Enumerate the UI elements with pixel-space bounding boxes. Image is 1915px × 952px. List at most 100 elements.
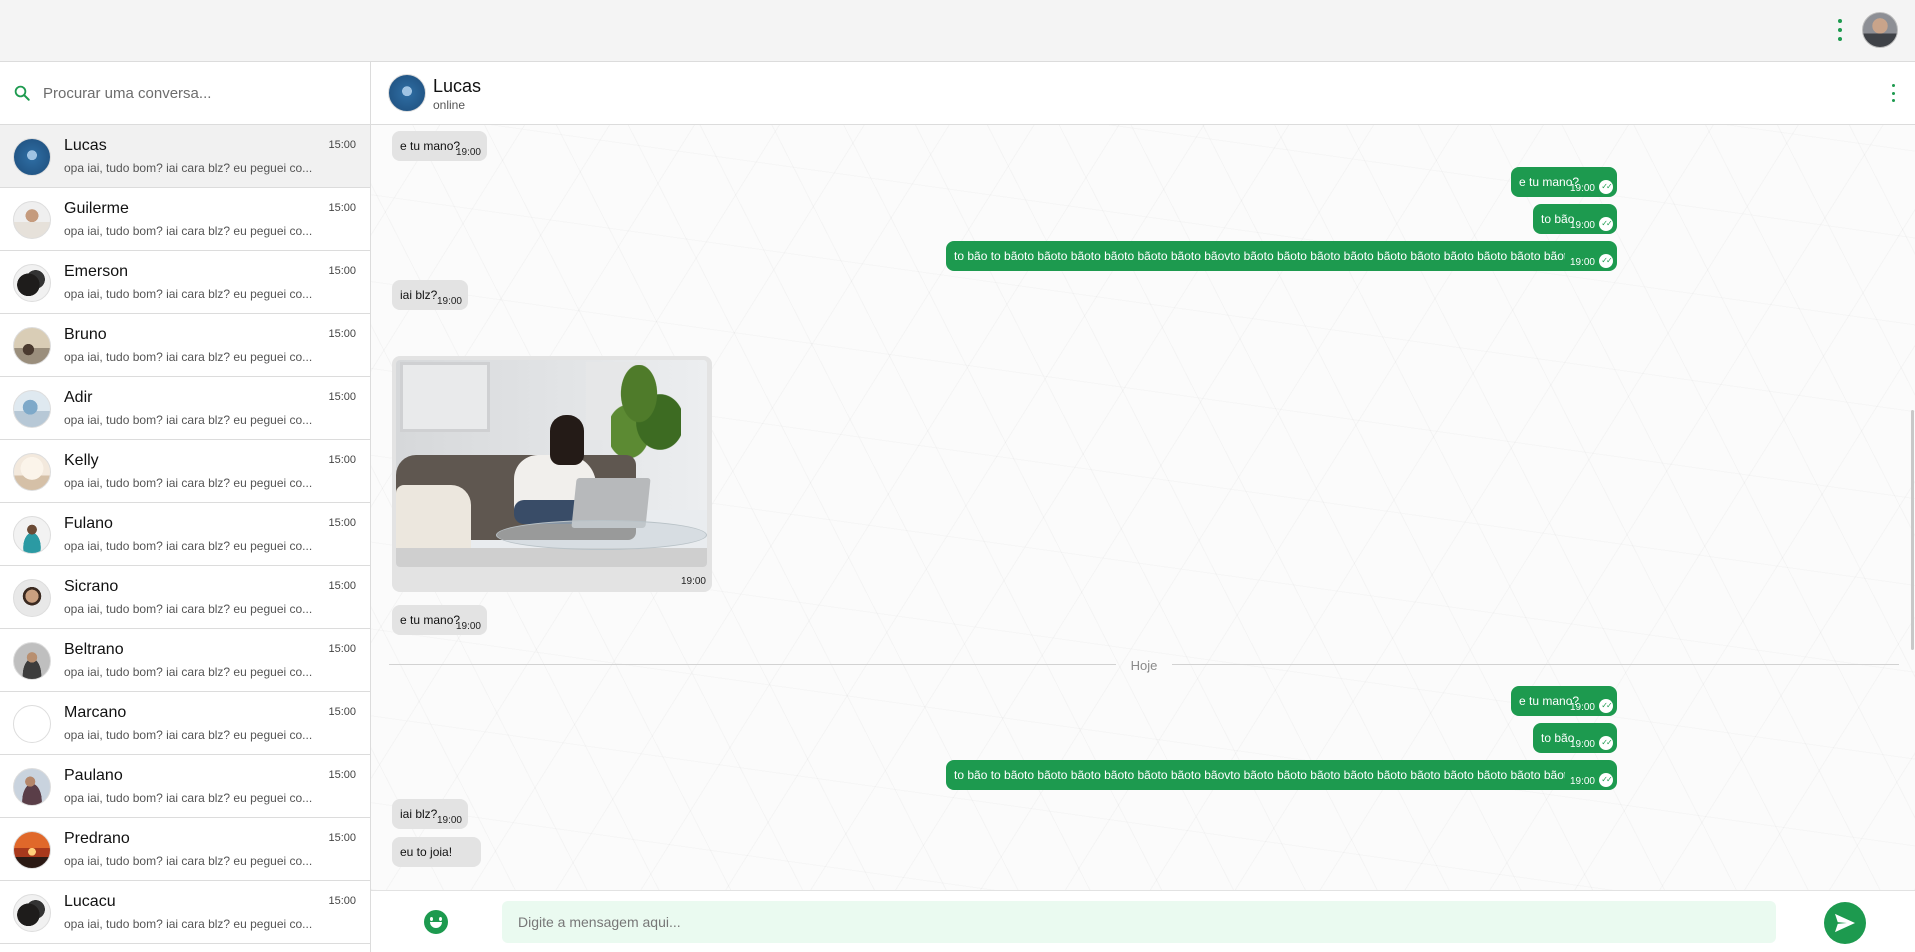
send-button[interactable]	[1824, 902, 1866, 944]
message-composer	[371, 890, 1915, 952]
message-bubble[interactable]: to bão to bãoto bãoto bãoto bãoto bãoto …	[946, 241, 1617, 271]
message-scrollbar[interactable]	[1911, 410, 1914, 650]
search-icon	[14, 85, 30, 101]
conversation-time: 15:00	[328, 706, 356, 718]
conversation-item[interactable]: Paulano 15:00 opa iai, tudo bom? iai car…	[0, 755, 370, 818]
message-input[interactable]	[502, 901, 1776, 943]
double-check-icon: ✓✓	[1599, 736, 1613, 750]
conversation-item[interactable]: Adir 15:00 opa iai, tudo bom? iai cara b…	[0, 377, 370, 440]
message-text: to bão to bãoto bãoto bãoto bãoto bãoto …	[954, 249, 1565, 263]
conversation-sidebar: Lucas 15:00 opa iai, tudo bom? iai cara …	[0, 62, 371, 952]
double-check-icon: ✓✓	[1599, 180, 1613, 194]
conversation-preview: opa iai, tudo bom? iai cara blz? eu pegu…	[64, 287, 313, 301]
conversation-time: 15:00	[328, 769, 356, 781]
contact-name: Marcano	[64, 704, 127, 721]
conversation-item[interactable]: Emerson 15:00 opa iai, tudo bom? iai car…	[0, 251, 370, 314]
conversation-preview: opa iai, tudo bom? iai cara blz? eu pegu…	[64, 350, 313, 364]
conversation-time: 15:00	[328, 517, 356, 529]
send-icon	[1835, 913, 1855, 933]
message-text: to bão to bãoto bãoto bãoto bãoto bãoto …	[954, 768, 1565, 782]
message-bubble[interactable]: to bão 19:00 ✓✓	[1533, 723, 1617, 753]
woman-on-sofa-with-laptop-photo[interactable]	[396, 360, 707, 567]
conversation-item[interactable]: Marcano 15:00 opa iai, tudo bom? iai car…	[0, 692, 370, 755]
conversation-time: 15:00	[328, 580, 356, 592]
message-list[interactable]: e tu mano? 19:00 e tu mano? 19:00 ✓✓ to …	[371, 125, 1915, 890]
conversation-item[interactable]: Predrano 15:00 opa iai, tudo bom? iai ca…	[0, 818, 370, 881]
conversation-time: 15:00	[328, 832, 356, 844]
conversation-preview: opa iai, tudo bom? iai cara blz? eu pegu…	[64, 791, 313, 805]
conversation-time: 15:00	[328, 202, 356, 214]
conversation-item[interactable]: Sicrano 15:00 opa iai, tudo bom? iai car…	[0, 566, 370, 629]
message-bubble[interactable]: e tu mano? 19:00 ✓✓	[1511, 686, 1617, 716]
contact-name: Lucas	[64, 137, 107, 154]
chat-panel: Lucas online e tu mano? 19:00 e tu mano?…	[371, 62, 1915, 952]
conversation-time: 15:00	[328, 643, 356, 655]
contact-avatar	[13, 768, 51, 806]
conversation-item[interactable]: Fulano 15:00 opa iai, tudo bom? iai cara…	[0, 503, 370, 566]
search-input[interactable]	[43, 84, 343, 102]
day-divider: Hoje	[389, 658, 1899, 673]
message-bubble[interactable]: to bão 19:00 ✓✓	[1533, 204, 1617, 234]
contact-avatar	[13, 327, 51, 365]
message-bubble[interactable]: iai blz? 19:00	[392, 280, 468, 310]
conversation-item[interactable]: Kelly 15:00 opa iai, tudo bom? iai cara …	[0, 440, 370, 503]
message-bubble[interactable]: eu to joia!	[392, 837, 481, 867]
conversation-item[interactable]: Bruno 15:00 opa iai, tudo bom? iai cara …	[0, 314, 370, 377]
message-text: e tu mano?	[400, 613, 461, 627]
user-avatar[interactable]	[1862, 12, 1898, 48]
contact-avatar	[13, 516, 51, 554]
message-text: eu to joia!	[400, 845, 453, 859]
conversation-time: 15:00	[328, 328, 356, 340]
conversation-preview: opa iai, tudo bom? iai cara blz? eu pegu…	[64, 854, 313, 868]
contact-avatar	[13, 894, 51, 932]
contact-name: Paulano	[64, 767, 123, 784]
message-time: 19:00	[680, 576, 706, 587]
double-check-icon: ✓✓	[1599, 699, 1613, 713]
conversation-preview: opa iai, tudo bom? iai cara blz? eu pegu…	[64, 539, 313, 553]
day-divider-label: Hoje	[1130, 658, 1158, 673]
double-check-icon: ✓✓	[1599, 773, 1613, 787]
conversation-time: 15:00	[328, 391, 356, 403]
conversation-time: 15:00	[328, 454, 356, 466]
image-message[interactable]: 19:00	[392, 356, 712, 592]
conversation-item[interactable]: Lucas 15:00 opa iai, tudo bom? iai cara …	[0, 125, 370, 188]
message-bubble[interactable]: e tu mano? 19:00	[392, 605, 487, 635]
contact-name: Fulano	[64, 515, 113, 532]
conversation-preview: opa iai, tudo bom? iai cara blz? eu pegu…	[64, 602, 313, 616]
contact-name: Predrano	[64, 830, 130, 847]
contact-avatar	[13, 705, 51, 743]
message-time: 19:00	[1569, 183, 1595, 194]
message-bubble[interactable]: to bão to bãoto bãoto bãoto bãoto bãoto …	[946, 760, 1617, 790]
contact-avatar	[13, 579, 51, 617]
contact-name: Beltrano	[64, 641, 124, 658]
contact-avatar	[13, 390, 51, 428]
contact-avatar	[13, 264, 51, 302]
message-time: 19:00	[436, 815, 462, 826]
message-time: 19:00	[1569, 776, 1595, 787]
contact-name: Lucacu	[64, 893, 116, 910]
message-bubble[interactable]: e tu mano? 19:00 ✓✓	[1511, 167, 1617, 197]
contact-name: Bruno	[64, 326, 107, 343]
contact-avatar	[13, 453, 51, 491]
message-bubble[interactable]: iai blz? 19:00	[392, 799, 468, 829]
contact-name: Adir	[64, 389, 93, 406]
chat-options-icon[interactable]	[1888, 84, 1898, 102]
contact-avatar	[13, 138, 51, 176]
smiley-icon[interactable]	[424, 910, 448, 934]
conversation-item[interactable]: Beltrano 15:00 opa iai, tudo bom? iai ca…	[0, 629, 370, 692]
contact-avatar[interactable]	[388, 74, 426, 112]
double-check-icon: ✓✓	[1599, 254, 1613, 268]
conversation-preview: opa iai, tudo bom? iai cara blz? eu pegu…	[64, 476, 313, 490]
more-options-icon[interactable]	[1832, 19, 1848, 41]
conversation-preview: opa iai, tudo bom? iai cara blz? eu pegu…	[64, 413, 313, 427]
double-check-icon: ✓✓	[1599, 217, 1613, 231]
message-time: 19:00	[1569, 220, 1595, 231]
message-bubble[interactable]: e tu mano? 19:00	[392, 131, 487, 161]
conversation-preview: opa iai, tudo bom? iai cara blz? eu pegu…	[64, 224, 313, 238]
conversation-time: 15:00	[328, 895, 356, 907]
conversation-item[interactable]: Guilerme 15:00 opa iai, tudo bom? iai ca…	[0, 188, 370, 251]
message-text: iai blz?	[400, 288, 438, 302]
message-time: 19:00	[1569, 702, 1595, 713]
conversation-item[interactable]: Lucacu 15:00 opa iai, tudo bom? iai cara…	[0, 881, 370, 944]
contact-name: Sicrano	[64, 578, 119, 595]
